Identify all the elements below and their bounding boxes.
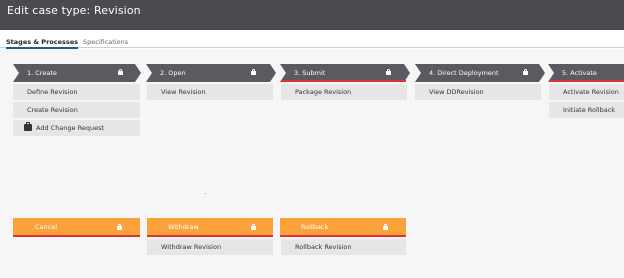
lock-icon bbox=[383, 224, 388, 230]
alt-stage-withdraw[interactable]: Withdraw bbox=[147, 218, 273, 237]
step-label: Add Change Request bbox=[36, 124, 105, 132]
title-bar: Edit case type: Revision bbox=[0, 0, 624, 30]
step-withdraw-revision[interactable]: Withdraw Revision bbox=[147, 239, 273, 255]
tab-bar: Stages & Processes Specifications bbox=[0, 36, 624, 49]
briefcase-icon bbox=[24, 122, 32, 131]
stage-label: 2. Open bbox=[160, 69, 186, 77]
stage-label: 1. Create bbox=[27, 69, 57, 77]
step-define-revision[interactable]: Define Revision bbox=[13, 84, 140, 100]
stage-label: 4. Direct Deployment bbox=[429, 69, 499, 77]
step-activate-revision[interactable]: Activate Revision bbox=[549, 84, 624, 100]
alt-stage-rollback[interactable]: Rollback bbox=[280, 218, 406, 237]
lock-icon bbox=[523, 69, 528, 75]
step-package-revision[interactable]: Package Revision bbox=[281, 84, 407, 100]
step-create-revision[interactable]: Create Revision bbox=[13, 102, 140, 118]
canvas-dot bbox=[205, 193, 206, 194]
stage-label: 5. Activate bbox=[562, 69, 597, 77]
alt-stage-label: Rollback bbox=[301, 223, 329, 231]
step-initiate-rollback[interactable]: Initiate Rollback bbox=[549, 102, 624, 118]
step-view-ddrevision[interactable]: View DDRevision bbox=[415, 84, 541, 100]
tab-specifications[interactable]: Specifications bbox=[83, 38, 128, 46]
tab-stages-processes[interactable]: Stages & Processes bbox=[6, 38, 79, 49]
alt-stage-label: Withdraw bbox=[168, 223, 199, 231]
stage-open[interactable]: 2. Open bbox=[146, 64, 276, 82]
lock-icon bbox=[386, 69, 391, 75]
stage-activate[interactable]: 5. Activate bbox=[548, 64, 624, 82]
step-rollback-revision[interactable]: Rollback Revision bbox=[281, 239, 406, 255]
alt-stage-label: Cancel bbox=[35, 223, 58, 231]
lock-icon bbox=[117, 224, 122, 230]
lock-icon bbox=[118, 69, 123, 75]
stage-create[interactable]: 1. Create bbox=[13, 64, 141, 82]
lock-icon bbox=[251, 69, 256, 75]
step-view-revision[interactable]: View Revision bbox=[147, 84, 273, 100]
stage-direct-deployment[interactable]: 4. Direct Deployment bbox=[415, 64, 545, 82]
page-title: Edit case type: Revision bbox=[7, 4, 141, 17]
lock-icon bbox=[251, 224, 256, 230]
stage-submit[interactable]: 3. Submit bbox=[280, 64, 410, 82]
alt-stage-cancel[interactable]: Cancel bbox=[13, 218, 140, 237]
step-add-change-request[interactable]: Add Change Request bbox=[13, 120, 140, 136]
stage-label: 3. Submit bbox=[294, 69, 326, 77]
